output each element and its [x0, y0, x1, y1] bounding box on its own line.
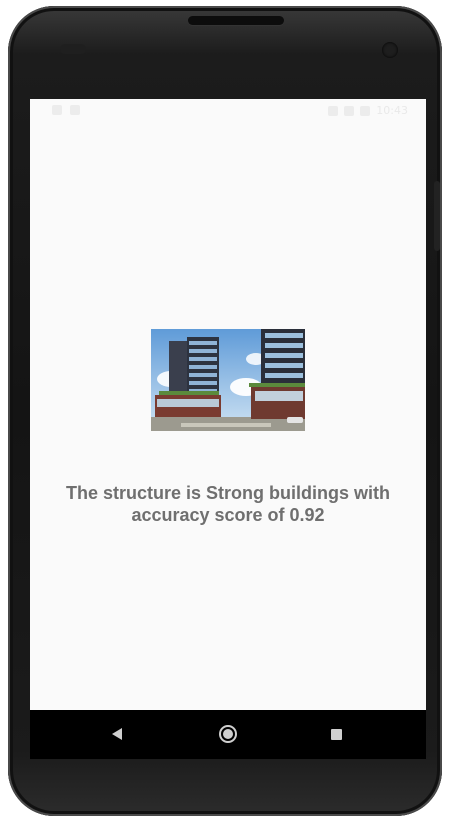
sd-card-icon: [70, 105, 80, 115]
battery-icon: [360, 105, 371, 116]
navigation-bar: [30, 710, 426, 759]
app-screen: 10:43 The structure is Strong buildings …: [30, 99, 426, 759]
building-photo: [151, 329, 305, 431]
recents-button[interactable]: [306, 710, 366, 759]
earpiece-speaker: [188, 16, 284, 25]
front-camera-icon: [382, 42, 398, 58]
status-bar: 10:43: [30, 99, 426, 123]
home-circle-icon: [219, 725, 237, 743]
prediction-result-text: The structure is Strong buildings with a…: [65, 483, 390, 525]
back-button[interactable]: [88, 710, 148, 759]
proximity-sensor: [60, 44, 86, 54]
power-button: [434, 181, 440, 251]
signal-icon: [344, 105, 355, 116]
notification-icon: [52, 105, 62, 115]
back-triangle-icon: [112, 728, 122, 740]
wifi-icon: [328, 105, 339, 116]
status-time: 10:43: [376, 104, 408, 117]
recents-square-icon: [331, 729, 342, 740]
home-button[interactable]: [198, 710, 258, 759]
